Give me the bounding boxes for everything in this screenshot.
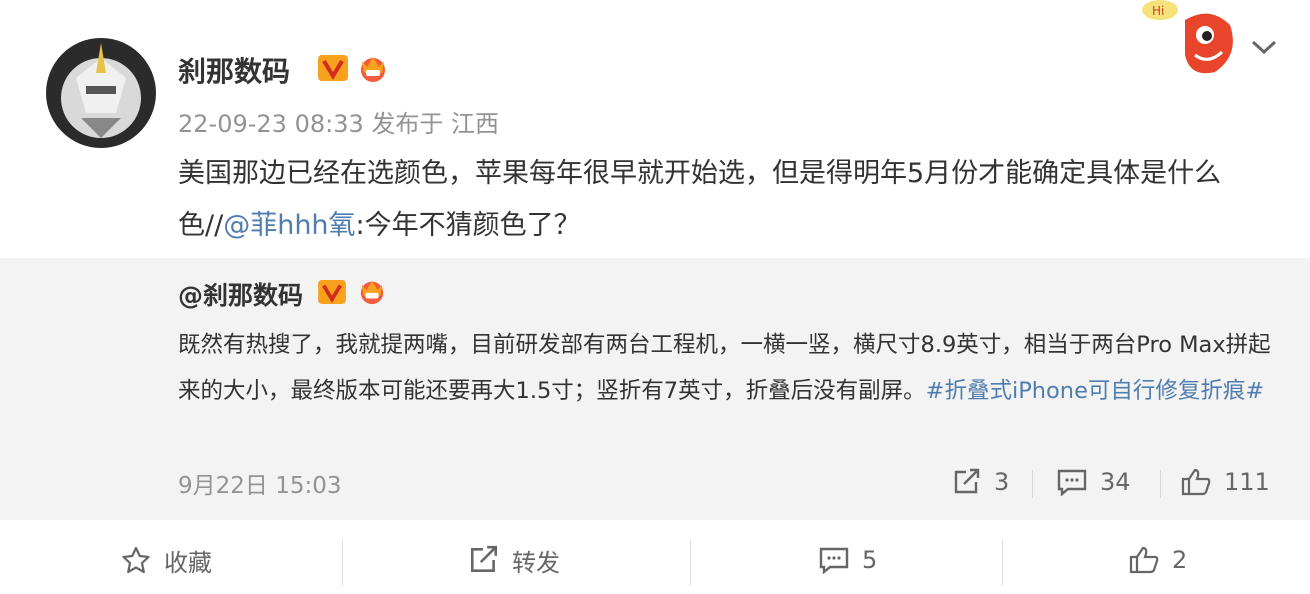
verified-badge-icon [318, 55, 348, 81]
chevron-down-icon[interactable] [1250, 38, 1278, 56]
quoted-like-button[interactable]: 111 [1180, 462, 1270, 502]
repost-button[interactable]: 转发 [468, 540, 560, 580]
quoted-comment-count: 34 [1100, 468, 1131, 496]
crown-badge-icon [360, 280, 384, 305]
repost-icon [470, 545, 498, 572]
hashtag-link[interactable]: #折叠式iPhone可自行修复折痕# [926, 378, 1265, 404]
quoted-like-count: 111 [1224, 468, 1270, 496]
favorite-button[interactable]: 收藏 [120, 540, 212, 580]
post-text-tail: :今年不猜颜色了？ [355, 210, 581, 241]
avatar[interactable] [46, 38, 156, 148]
mascot-icon[interactable]: Hi [1140, 0, 1240, 78]
post-text: 美国那边已经在选颜色，苹果每年很早就开始选，但是得明年5月份才能确定具体是什么色… [178, 148, 1288, 252]
comment-count: 5 [862, 546, 878, 574]
comment-icon [819, 547, 849, 574]
star-icon [122, 546, 150, 574]
post-timestamp: 22-09-23 08:33 [178, 110, 364, 138]
quoted-text: 既然有热搜了，我就提两嘴，目前研发部有两台工程机，一横一竖，横尺寸8.9英寸，相… [178, 322, 1288, 414]
like-button[interactable]: 2 [1128, 540, 1187, 580]
divider [1032, 470, 1033, 498]
divider [690, 540, 691, 586]
quoted-repost-count: 3 [994, 468, 1010, 496]
post-location: 江西 [451, 110, 500, 138]
quoted-username[interactable]: @刹那数码 [178, 276, 303, 312]
quoted-time: 9月22日 15:03 [178, 473, 342, 499]
divider [1002, 540, 1003, 586]
username[interactable]: 刹那数码 [178, 50, 290, 90]
favorite-label: 收藏 [164, 548, 212, 577]
like-count: 2 [1172, 546, 1188, 574]
thumbs-up-icon [1181, 468, 1211, 496]
verified-badge-icon [318, 280, 346, 304]
repost-label: 转发 [512, 548, 560, 577]
comment-icon [1057, 469, 1087, 496]
crown-badge-icon [361, 57, 385, 82]
quoted-repost-button[interactable]: 3 [952, 462, 1009, 502]
quoted-comment-button[interactable]: 34 [1056, 462, 1131, 502]
thumbs-up-icon [1129, 546, 1159, 574]
post-meta: 22-09-23 08:33 发布于 江西 [178, 104, 499, 139]
comment-button[interactable]: 5 [818, 540, 877, 580]
divider [1160, 470, 1161, 498]
published-label: 发布于 [371, 110, 444, 138]
divider [342, 540, 343, 586]
repost-icon [954, 468, 980, 494]
mention-link[interactable]: @菲hhh氧 [223, 210, 355, 241]
mascot-text: Hi [1152, 4, 1164, 18]
